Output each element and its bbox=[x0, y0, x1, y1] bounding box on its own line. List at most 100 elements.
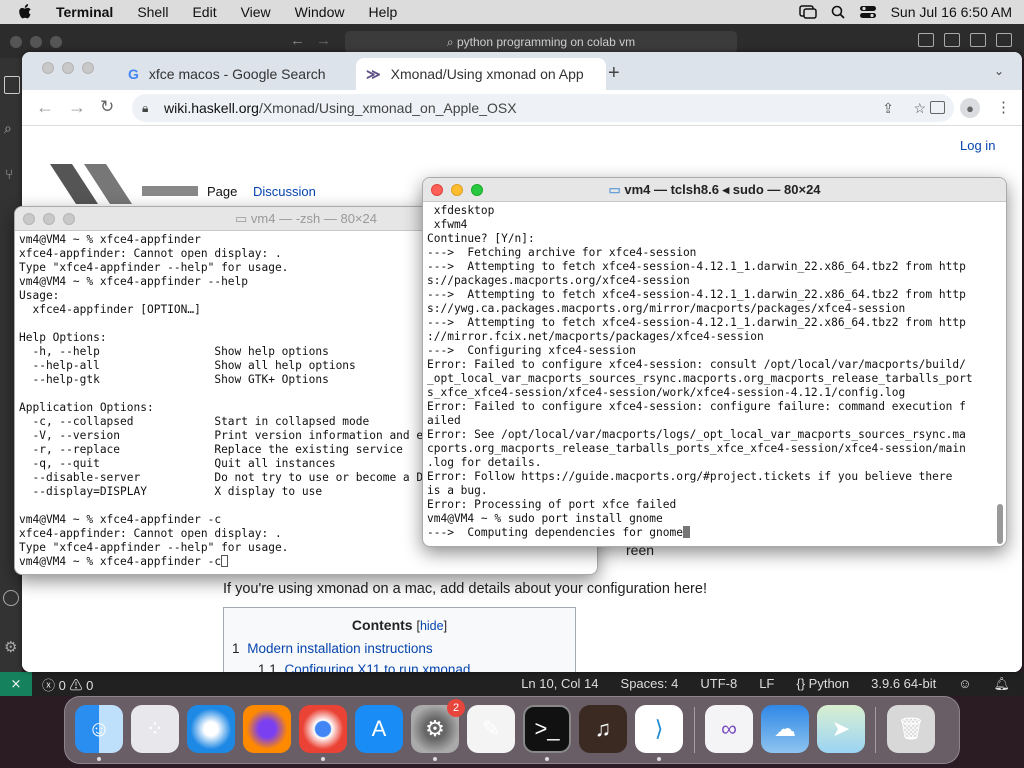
terminal-line: ailed bbox=[427, 414, 461, 427]
manage-gear-icon[interactable]: ⚙ bbox=[4, 638, 17, 656]
app-store-icon[interactable]: A bbox=[355, 705, 403, 753]
terminal-close-dot[interactable] bbox=[431, 184, 443, 196]
feedback-icon[interactable]: ☺ bbox=[958, 676, 971, 692]
tab-search-chevron-icon[interactable]: ⌄ bbox=[994, 64, 1004, 78]
side-panel-icon[interactable] bbox=[930, 101, 945, 114]
chrome-icon[interactable] bbox=[299, 705, 347, 753]
textedit-icon[interactable]: ✎ bbox=[467, 705, 515, 753]
weather-icon[interactable]: ☁ bbox=[761, 705, 809, 753]
language-mode[interactable]: {} Python bbox=[796, 676, 849, 692]
terminal-output[interactable]: xfdesktop xfwm4 Continue? [Y/n]: ---> Fetc… bbox=[423, 202, 1006, 546]
notifications-bell-icon[interactable]: 🔔︎ bbox=[993, 676, 1010, 692]
terminal-minimize-dot[interactable] bbox=[451, 184, 463, 196]
terminal-line: s://ywg.ca.packages.macports.org/mirror/… bbox=[427, 302, 906, 315]
terminal-zoom-dot[interactable] bbox=[63, 213, 75, 225]
nav-forward-icon[interactable]: → bbox=[316, 32, 331, 49]
toc-text: Configuring X11 to run xmonad bbox=[284, 662, 471, 672]
layout-panel-icon[interactable] bbox=[944, 33, 960, 47]
dock-separator bbox=[875, 707, 876, 753]
end-of-line[interactable]: LF bbox=[759, 676, 774, 692]
lock-icon: 🔒︎ bbox=[142, 101, 149, 115]
nav-back-icon[interactable]: ← bbox=[290, 32, 305, 49]
system-settings-icon[interactable]: ⚙ 2 bbox=[411, 699, 465, 753]
terminal-icon[interactable]: >_ bbox=[523, 705, 571, 753]
browser-tab-google[interactable]: G xfce macos - Google Search bbox=[118, 58, 350, 90]
apple-icon[interactable] bbox=[0, 4, 44, 20]
reload-icon[interactable]: ↻ bbox=[100, 97, 114, 117]
contents-hide-link[interactable]: hide bbox=[420, 619, 444, 633]
terminal-line: vm4@VM4 ~ % xfce4-appfinder -c bbox=[19, 555, 593, 569]
terminal-minimize-dot[interactable] bbox=[43, 213, 55, 225]
screen-mirroring-icon[interactable] bbox=[798, 5, 817, 19]
toc-item[interactable]: 1.1 Configuring X11 to run xmonad bbox=[258, 662, 575, 672]
maps-icon[interactable]: ➤ bbox=[817, 705, 865, 753]
source-control-icon[interactable]: ⑂ bbox=[5, 166, 13, 182]
terminal-scrollbar[interactable] bbox=[997, 504, 1003, 544]
browser-minimize-dot[interactable] bbox=[62, 62, 74, 74]
terminal-close-dot[interactable] bbox=[23, 213, 35, 225]
folder-icon: ▭ bbox=[608, 182, 625, 197]
google-icon: G bbox=[128, 66, 139, 82]
url-path: /Xmonad/Using_xmonad_on_Apple_OSX bbox=[258, 100, 517, 116]
terminal-line: ---> Attempting to fetch xfce4-session-4… bbox=[427, 316, 966, 329]
menu-help[interactable]: Help bbox=[356, 4, 409, 20]
cursor-position[interactable]: Ln 10, Col 14 bbox=[521, 676, 598, 692]
error-icon: ⓧ bbox=[42, 677, 56, 693]
vscode-icon[interactable]: ⟩ bbox=[635, 705, 683, 753]
problems-indicator[interactable]: ⓧ 0 ⚠ 0 bbox=[42, 675, 93, 694]
finder-icon[interactable]: ☺ bbox=[75, 705, 123, 753]
layout-secondary-icon[interactable] bbox=[970, 33, 986, 47]
vscode-command-center[interactable]: ⌕ python programming on colab vm bbox=[345, 31, 737, 53]
share-icon[interactable]: ⇪ bbox=[882, 94, 894, 122]
menu-window[interactable]: Window bbox=[283, 4, 357, 20]
vscode-zoom-dot[interactable] bbox=[50, 36, 62, 48]
menu-shell[interactable]: Shell bbox=[125, 4, 180, 20]
browser-zoom-dot[interactable] bbox=[82, 62, 94, 74]
account-icon[interactable] bbox=[3, 590, 19, 606]
safari-icon[interactable]: ✦ bbox=[187, 705, 235, 753]
terminal-line: xfwm4 bbox=[427, 218, 468, 231]
launchpad-icon[interactable]: ⁘ bbox=[131, 705, 179, 753]
browser-tab-haskell[interactable]: ≫ Xmonad/Using xmonad on App bbox=[356, 58, 606, 90]
discussion-tab[interactable]: Discussion bbox=[253, 184, 316, 199]
search-icon[interactable]: ⌕ bbox=[4, 120, 12, 137]
terminal-line: Error: Failed to configure xfce4-session… bbox=[427, 400, 966, 413]
menu-view[interactable]: View bbox=[229, 4, 283, 20]
menu-edit[interactable]: Edit bbox=[180, 4, 228, 20]
vscode-close-dot[interactable] bbox=[10, 36, 22, 48]
encoding[interactable]: UTF-8 bbox=[700, 676, 737, 692]
menu-app-name[interactable]: Terminal bbox=[44, 4, 125, 20]
visual-studio-icon[interactable]: ∞ bbox=[705, 705, 753, 753]
more-menu-icon[interactable]: ⋮ bbox=[996, 98, 1011, 116]
browser-close-dot[interactable] bbox=[42, 62, 54, 74]
forward-arrow-icon[interactable]: → bbox=[68, 97, 86, 118]
python-interpreter[interactable]: 3.9.6 64-bit bbox=[871, 676, 936, 692]
new-tab-plus-icon[interactable]: + bbox=[608, 62, 620, 85]
bookmark-star-icon[interactable]: ☆ bbox=[913, 94, 926, 122]
folder-icon: ▭ bbox=[235, 211, 251, 226]
garageband-icon[interactable]: ♫ bbox=[579, 705, 627, 753]
address-bar[interactable]: 🔒︎ wiki.haskell.org/Xmonad/Using_xmonad_… bbox=[132, 94, 954, 122]
vscode-minimize-dot[interactable] bbox=[30, 36, 42, 48]
toc-item[interactable]: 1 Modern installation instructions bbox=[232, 641, 575, 656]
braces-icon: {} bbox=[796, 676, 809, 691]
terminal-zoom-dot[interactable] bbox=[471, 184, 483, 196]
profile-avatar-icon[interactable]: ● bbox=[960, 98, 980, 118]
explorer-icon[interactable] bbox=[4, 76, 20, 94]
page-tab[interactable]: Page bbox=[207, 184, 237, 199]
indentation[interactable]: Spaces: 4 bbox=[621, 676, 679, 692]
layout-sidebar-icon[interactable] bbox=[918, 33, 934, 47]
remote-indicator-icon[interactable]: ⨯ bbox=[0, 672, 32, 696]
running-indicator bbox=[433, 757, 437, 761]
login-link[interactable]: Log in bbox=[960, 138, 995, 153]
menubar-clock[interactable]: Sun Jul 16 6:50 AM bbox=[891, 4, 1012, 20]
spotlight-search-icon[interactable] bbox=[831, 5, 845, 19]
control-center-icon[interactable] bbox=[859, 5, 877, 19]
terminal-title-bar: ▭ vm4 — tclsh8.6 ◂ sudo — 80×24 bbox=[423, 178, 1006, 202]
firefox-icon[interactable] bbox=[243, 705, 291, 753]
trash-icon[interactable]: 🗑︎ bbox=[887, 705, 935, 753]
running-indicator bbox=[657, 757, 661, 761]
layout-customize-icon[interactable] bbox=[996, 33, 1012, 47]
back-arrow-icon[interactable]: ← bbox=[36, 97, 54, 118]
haskell-icon: ≫ bbox=[366, 65, 381, 82]
